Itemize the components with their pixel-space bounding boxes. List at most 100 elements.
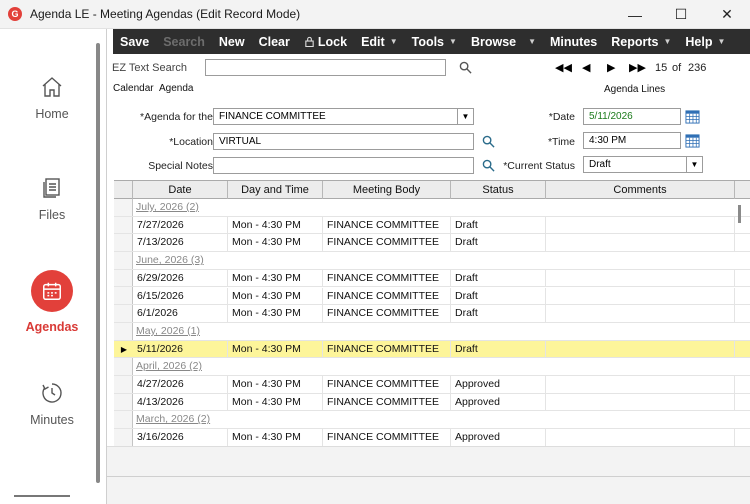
cell-day-time: Mon - 4:30 PM (228, 305, 323, 323)
special-notes-input[interactable] (213, 157, 474, 174)
date-picker-icon[interactable] (685, 109, 700, 124)
cell-meeting-body: FINANCE COMMITTEE (323, 376, 451, 394)
search-icon[interactable] (459, 61, 472, 74)
cell-status: Draft (451, 305, 546, 323)
cell-meeting-body: FINANCE COMMITTEE (323, 234, 451, 253)
table-row[interactable]: ▶ 5/11/2026 Mon - 4:30 PM FINANCE COMMITTEE… (114, 340, 750, 359)
location-lookup-icon[interactable] (482, 135, 495, 148)
tab-agenda-lines[interactable]: Agenda Lines (604, 84, 665, 95)
save-button[interactable]: Save (113, 29, 156, 54)
column-header-comments[interactable]: Comments (546, 181, 735, 199)
tab-calendar[interactable]: Calendar (113, 83, 154, 94)
search-button[interactable]: Search (156, 29, 212, 54)
clear-button[interactable]: Clear (252, 29, 297, 54)
edit-menu[interactable]: Edit ▼ (354, 29, 405, 54)
table-row[interactable]: 6/29/2026 Mon - 4:30 PM FINANCE COMMITTEE D… (114, 269, 750, 288)
sidebar-item-agendas[interactable]: Agendas (0, 270, 104, 334)
group-label[interactable]: June, 2026 (3) (136, 252, 204, 270)
sidebar-divider (14, 495, 70, 497)
browse-menu[interactable]: Browse ▼ (464, 29, 543, 54)
tab-agenda[interactable]: Agenda (159, 83, 193, 94)
group-row[interactable]: March, 2026 (2) (114, 411, 750, 430)
cell-meeting-body: FINANCE COMMITTEE (323, 287, 451, 306)
last-record-button[interactable]: ▶▶ (629, 61, 646, 74)
home-icon (42, 77, 62, 97)
minutes-menu[interactable]: Minutes (543, 29, 604, 54)
record-position: 15 (655, 62, 668, 74)
cell-day-time: Mon - 4:30 PM (228, 234, 323, 253)
table-row[interactable]: 4/13/2026 Mon - 4:30 PM FINANCE COMMITTEE A… (114, 393, 750, 412)
group-row[interactable]: May, 2026 (1) (114, 323, 750, 341)
help-menu[interactable]: Help ▼ (678, 29, 750, 54)
column-header-day-time[interactable]: Day and Time (228, 181, 323, 199)
sidebar-item-minutes[interactable]: Minutes (0, 381, 104, 427)
cell-day-time: Mon - 4:30 PM (228, 393, 323, 412)
ez-search-input[interactable] (205, 59, 446, 76)
cell-meeting-body: FINANCE COMMITTEE (323, 393, 451, 412)
group-label[interactable]: May, 2026 (1) (136, 323, 200, 341)
active-indicator (31, 270, 73, 312)
cell-status: Draft (451, 340, 546, 359)
status-bar (107, 446, 750, 504)
close-button[interactable]: ✕ (704, 0, 750, 29)
new-button[interactable]: New (212, 29, 252, 54)
status-divider (107, 476, 750, 477)
cell-status: Approved (451, 429, 546, 446)
caret-down-icon: ▼ (528, 37, 537, 46)
cell-status: Approved (451, 376, 546, 394)
group-row[interactable]: April, 2026 (2) (114, 358, 750, 376)
record-form: EZ Text Search ◀◀ ◀ ▶ ▶▶ 15 of 236 Calen… (107, 54, 750, 180)
main-toolbar: Save Search New Clear Lock Edit ▼ Tools ▼ … (113, 29, 750, 54)
sidebar-item-home[interactable]: Home (0, 75, 104, 121)
sidebar-item-files[interactable]: Files (0, 176, 104, 222)
reports-menu[interactable]: Reports ▼ (604, 29, 678, 54)
app-logo-icon: G (8, 7, 22, 21)
column-header-meeting-body[interactable]: Meeting Body (323, 181, 451, 199)
group-label[interactable]: March, 2026 (2) (136, 411, 210, 429)
record-of-label: of (672, 62, 682, 74)
cell-date: 3/16/2026 (133, 429, 228, 446)
files-icon (43, 178, 60, 198)
lock-button[interactable]: Lock (297, 29, 354, 54)
cell-day-time: Mon - 4:30 PM (228, 287, 323, 306)
table-row[interactable]: 4/27/2026 Mon - 4:30 PM FINANCE COMMITTEE A… (114, 376, 750, 394)
column-header-date[interactable]: Date (133, 181, 228, 199)
agenda-for-select[interactable]: FINANCE COMMITTEE ▼ (213, 108, 474, 125)
help-menu-label: Help (685, 34, 713, 49)
minimize-button[interactable]: — (612, 0, 658, 29)
status-select[interactable]: Draft ▼ (583, 156, 703, 173)
cell-date: 7/13/2026 (133, 234, 228, 253)
location-input[interactable]: VIRTUAL (213, 133, 474, 150)
cell-day-time: Mon - 4:30 PM (228, 340, 323, 359)
agenda-grid: Date Day and Time Meeting Body Status Co… (114, 180, 750, 446)
table-row[interactable]: 6/1/2026 Mon - 4:30 PM FINANCE COMMITTEE Dr… (114, 305, 750, 323)
edit-menu-label: Edit (361, 34, 385, 49)
group-label[interactable]: April, 2026 (2) (136, 358, 202, 376)
grid-scrollbar[interactable] (738, 205, 741, 223)
time-picker-icon[interactable] (685, 133, 700, 148)
dropdown-arrow-icon[interactable]: ▼ (686, 157, 702, 172)
table-row[interactable]: 3/16/2026 Mon - 4:30 PM FINANCE COMMITTEE A… (114, 429, 750, 446)
sidebar: Home Files Agendas Minutes (0, 29, 107, 504)
previous-record-button[interactable]: ◀ (582, 61, 590, 74)
group-label[interactable]: July, 2026 (2) (136, 199, 199, 217)
column-header-status[interactable]: Status (451, 181, 546, 199)
window-controls: — ☐ ✕ (612, 0, 750, 29)
table-row[interactable]: 6/15/2026 Mon - 4:30 PM FINANCE COMMITTEE D… (114, 287, 750, 306)
first-record-button[interactable]: ◀◀ (555, 61, 572, 74)
table-row[interactable]: 7/27/2026 Mon - 4:30 PM FINANCE COMMITTEE D… (114, 216, 750, 235)
cell-day-time: Mon - 4:30 PM (228, 269, 323, 288)
next-record-button[interactable]: ▶ (607, 61, 615, 74)
tools-menu[interactable]: Tools ▼ (405, 29, 464, 54)
ez-search-label: EZ Text Search (112, 62, 187, 74)
maximize-button[interactable]: ☐ (658, 0, 704, 29)
table-row[interactable]: 7/13/2026 Mon - 4:30 PM FINANCE COMMITTEE D… (114, 234, 750, 253)
date-input[interactable]: 5/11/2026 (583, 108, 681, 125)
cell-comments (546, 340, 735, 359)
group-row[interactable]: July, 2026 (2) (114, 199, 750, 217)
group-row[interactable]: June, 2026 (3) (114, 252, 750, 270)
time-input[interactable]: 4:30 PM (583, 132, 681, 149)
dropdown-arrow-icon[interactable]: ▼ (457, 109, 473, 124)
record-total: 236 (688, 62, 707, 74)
caret-down-icon: ▼ (663, 37, 672, 46)
